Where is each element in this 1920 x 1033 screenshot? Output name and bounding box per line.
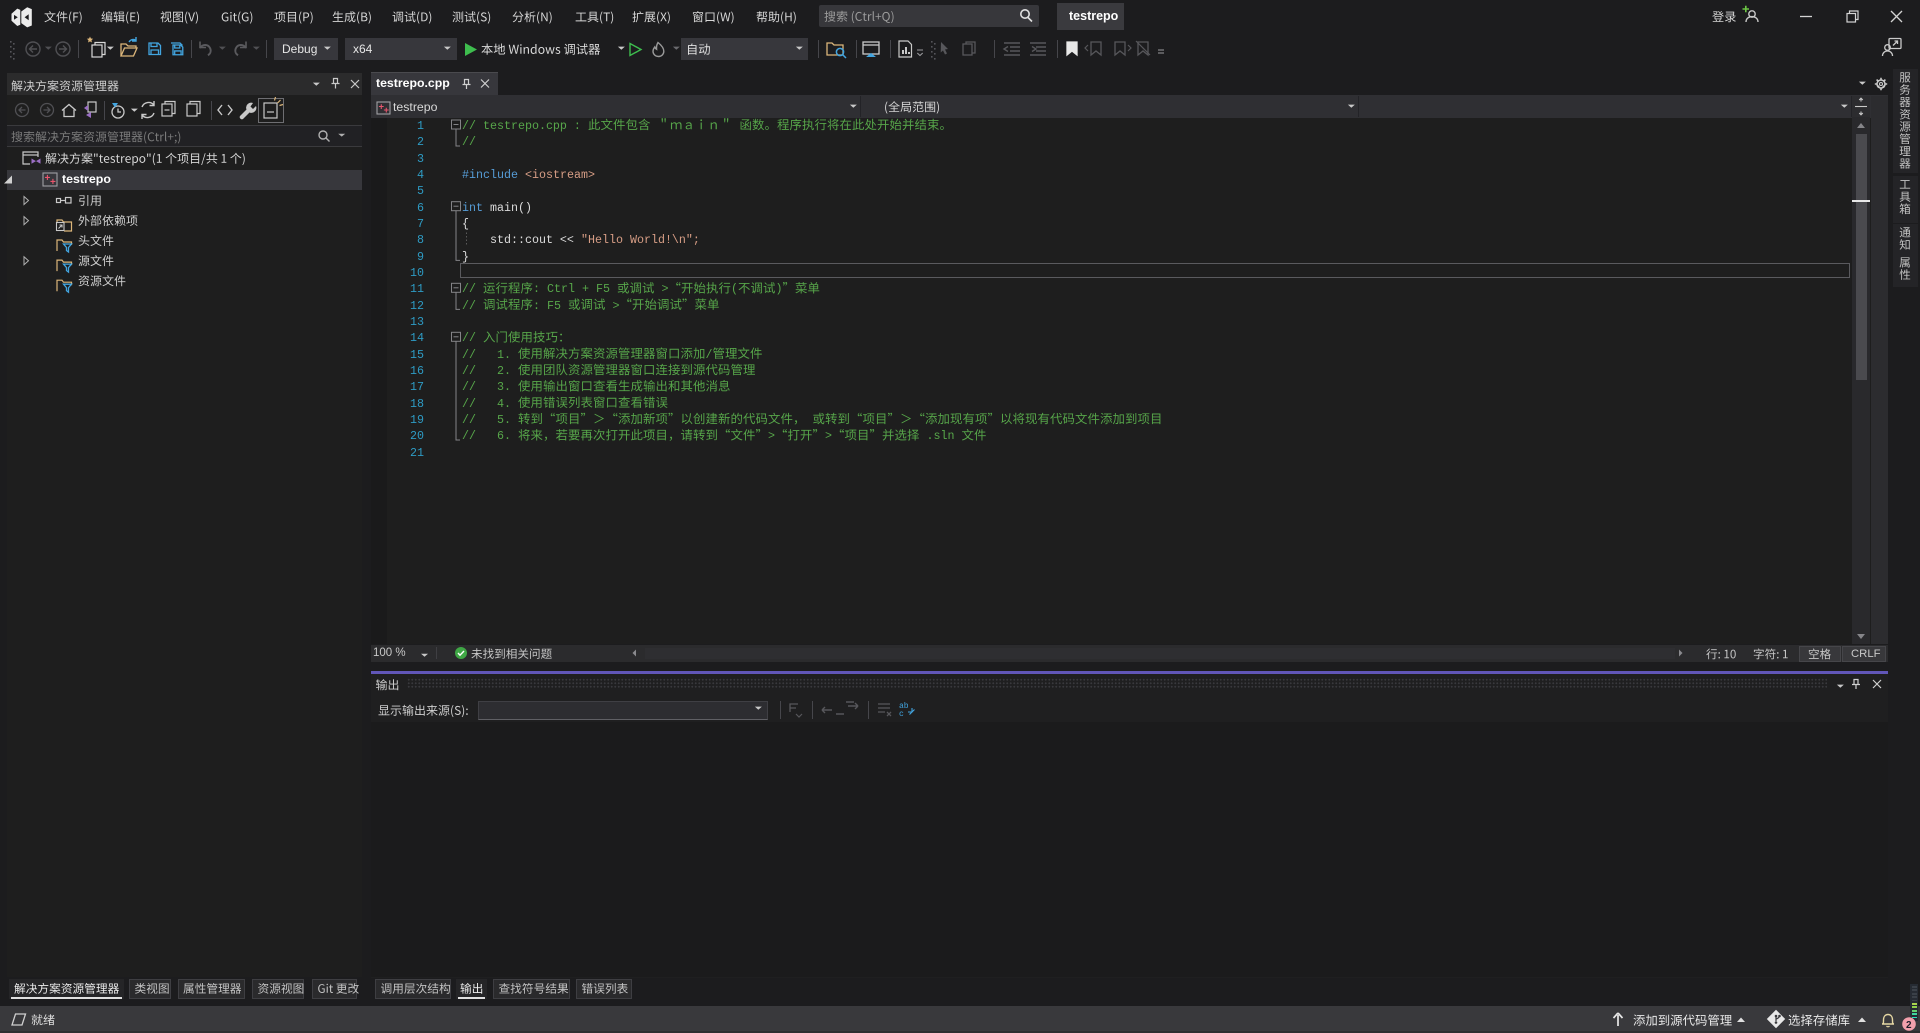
svg-text:+: + — [384, 105, 390, 116]
svg-text:2: 2 — [1906, 1020, 1912, 1031]
svg-text:c: c — [899, 710, 904, 719]
svg-text:+: + — [50, 177, 56, 188]
